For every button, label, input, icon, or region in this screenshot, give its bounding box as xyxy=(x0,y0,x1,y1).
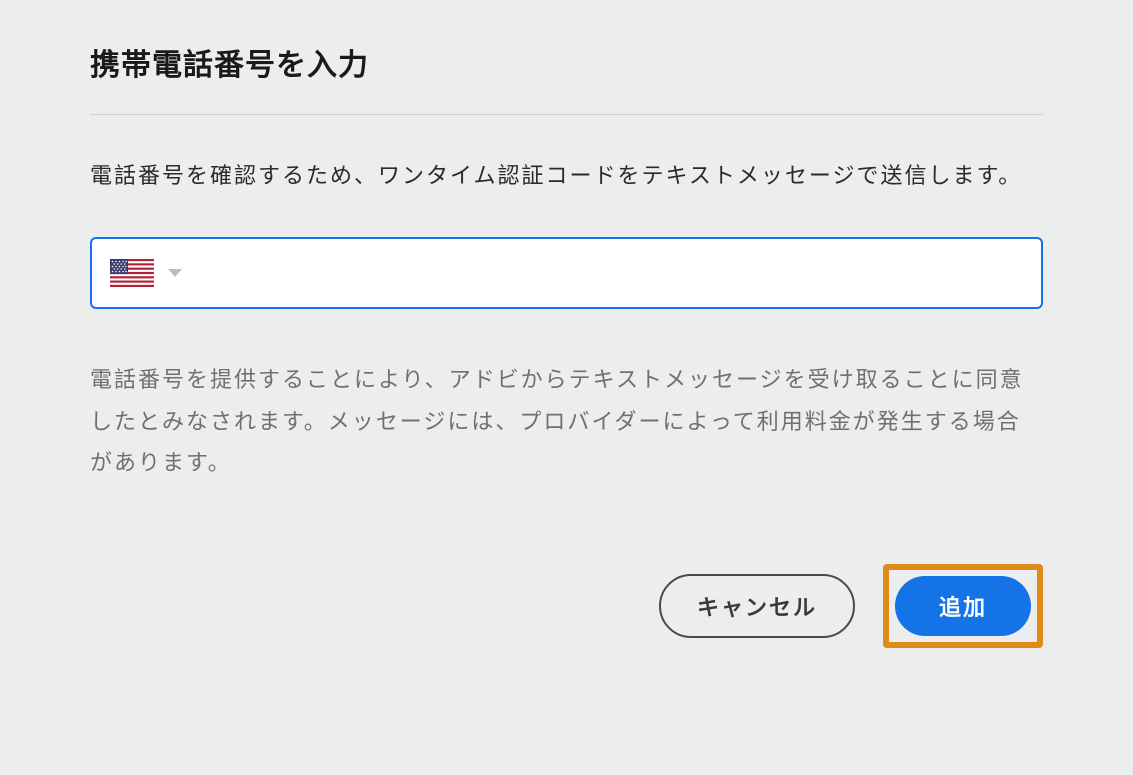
add-button[interactable]: 追加 xyxy=(895,576,1031,636)
country-selector[interactable] xyxy=(110,259,182,287)
dialog-actions: キャンセル 追加 xyxy=(90,564,1043,648)
chevron-down-icon xyxy=(168,269,182,277)
us-flag-icon xyxy=(110,259,154,287)
dialog-description: 電話番号を確認するため、ワンタイム認証コードをテキストメッセージで送信します。 xyxy=(90,155,1043,197)
cancel-button[interactable]: キャンセル xyxy=(659,574,855,638)
add-button-highlight: 追加 xyxy=(883,564,1043,648)
consent-text: 電話番号を提供することにより、アドビからテキストメッセージを受け取ることに同意し… xyxy=(90,359,1043,484)
phone-entry-dialog: 携帯電話番号を入力 電話番号を確認するため、ワンタイム認証コードをテキストメッセ… xyxy=(90,40,1043,648)
dialog-title: 携帯電話番号を入力 xyxy=(90,40,1043,115)
phone-number-input[interactable] xyxy=(182,260,1023,286)
phone-input-container[interactable] xyxy=(90,237,1043,309)
